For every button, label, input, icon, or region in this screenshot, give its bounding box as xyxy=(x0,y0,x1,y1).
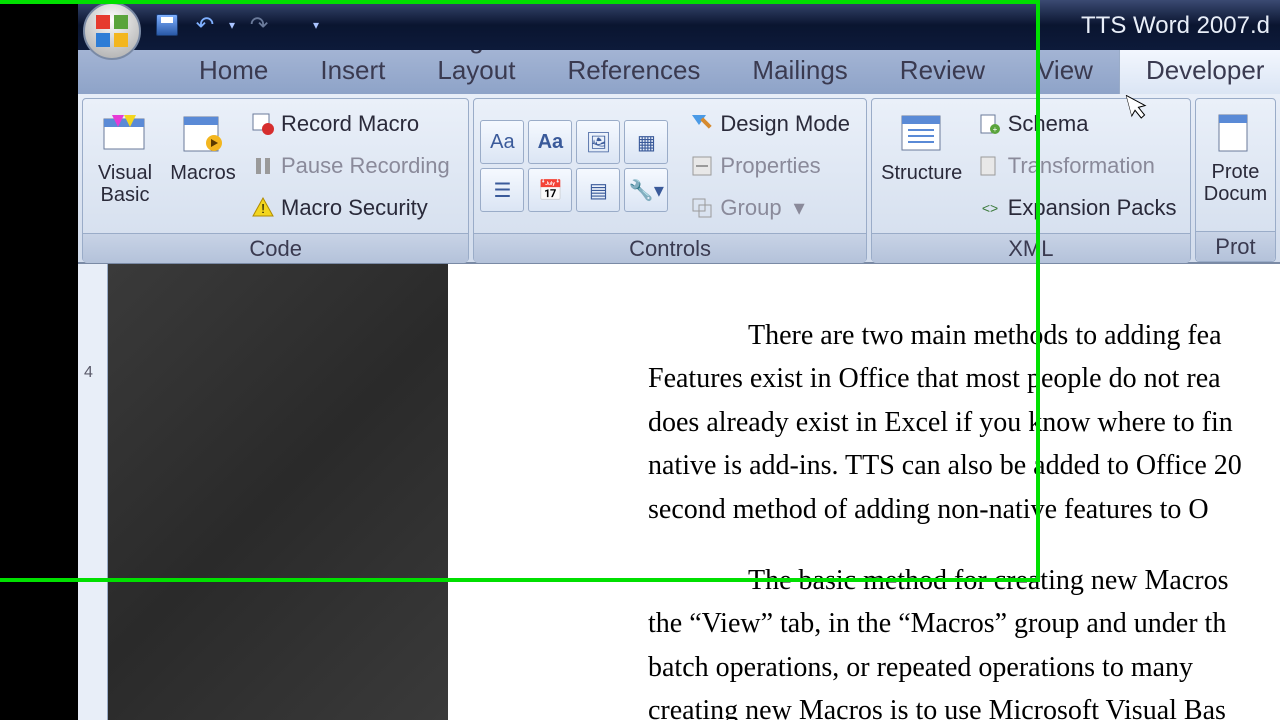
expansion-packs-icon: <> xyxy=(978,196,1002,220)
schema-label: Schema xyxy=(1008,111,1089,137)
visual-basic-button[interactable]: Visual Basic xyxy=(89,106,161,226)
body-text: Features exist in Office that most peopl… xyxy=(648,357,1280,400)
pause-icon xyxy=(251,154,275,178)
macros-button[interactable]: Macros xyxy=(167,106,239,226)
vertical-ruler[interactable]: 4 xyxy=(78,264,108,720)
body-text: batch operations, or repeated operations… xyxy=(648,646,1280,689)
combo-box-control-icon[interactable]: ▦ xyxy=(624,120,668,164)
office-logo-icon xyxy=(96,15,128,47)
group-code: Visual Basic Macros Record Macro xyxy=(82,98,469,262)
ruler-mark: 4 xyxy=(84,364,93,382)
document-page[interactable]: There are two main methods to adding fea… xyxy=(448,264,1280,720)
svg-text:<>: <> xyxy=(982,200,998,216)
transformation-button: Transformation xyxy=(972,147,1183,185)
quick-access-toolbar: ↶ ▾ ↷ ▾ xyxy=(153,0,319,50)
body-text: creating new Macros is to use Microsoft … xyxy=(648,689,1280,720)
plain-text-control-icon[interactable]: Aa xyxy=(528,120,572,164)
properties-button: Properties xyxy=(684,147,856,185)
properties-icon xyxy=(690,154,714,178)
tab-home[interactable]: Home xyxy=(173,47,294,94)
body-text: The basic method for creating new Macros xyxy=(648,559,1280,602)
svg-text:+: + xyxy=(992,125,997,134)
structure-icon xyxy=(898,110,946,158)
document-area: 4 There are two main methods to adding f… xyxy=(78,264,1280,720)
group-label: Group xyxy=(720,195,781,221)
group-code-label: Code xyxy=(83,233,468,263)
date-picker-control-icon[interactable]: 📅 xyxy=(528,168,572,212)
undo-dropdown-icon[interactable]: ▾ xyxy=(229,18,235,32)
title-bar: ↶ ▾ ↷ ▾ TTS Word 2007.d xyxy=(78,0,1280,50)
save-button[interactable] xyxy=(153,11,181,39)
design-mode-label: Design Mode xyxy=(720,111,850,137)
building-block-control-icon[interactable]: ▤ xyxy=(576,168,620,212)
properties-label: Properties xyxy=(720,153,820,179)
macro-security-label: Macro Security xyxy=(281,195,428,221)
group-protect: Prote Docum Prot xyxy=(1195,98,1276,262)
undo-button[interactable]: ↶ xyxy=(191,11,219,39)
redo-icon: ↷ xyxy=(250,12,268,38)
protect-document-button[interactable]: Prote Docum xyxy=(1202,105,1269,225)
body-text: does already exist in Excel if you know … xyxy=(648,401,1280,444)
pause-recording-button: Pause Recording xyxy=(245,147,456,185)
tab-insert[interactable]: Insert xyxy=(294,47,411,94)
body-text: native is add-ins. TTS can also be added… xyxy=(648,444,1280,487)
tab-references[interactable]: References xyxy=(541,47,726,94)
expansion-packs-label: Expansion Packs xyxy=(1008,195,1177,221)
tab-developer[interactable]: Developer xyxy=(1119,46,1280,94)
save-icon xyxy=(156,14,178,36)
transformation-icon xyxy=(978,154,1002,178)
macro-security-icon: ! xyxy=(251,196,275,220)
qat-customize-icon[interactable]: ▾ xyxy=(313,18,319,32)
transformation-label: Transformation xyxy=(1008,153,1155,179)
group-xml-label: XML xyxy=(872,233,1190,263)
structure-button[interactable]: Structure xyxy=(878,106,966,226)
rich-text-control-icon[interactable]: Aa xyxy=(480,120,524,164)
expansion-packs-button[interactable]: <> Expansion Packs xyxy=(972,189,1183,227)
picture-control-icon[interactable]: 🖼 xyxy=(576,120,620,164)
undo-icon: ↶ xyxy=(196,12,214,38)
record-macro-icon xyxy=(251,112,275,136)
body-text: second method of adding non-native featu… xyxy=(648,488,1280,531)
svg-text:!: ! xyxy=(261,201,265,216)
design-mode-button[interactable]: Design Mode xyxy=(684,105,856,143)
dropdown-control-icon[interactable]: ☰ xyxy=(480,168,524,212)
macros-label: Macros xyxy=(170,162,236,184)
tab-mailings[interactable]: Mailings xyxy=(726,47,873,94)
group-button: Group ▾ xyxy=(684,189,856,227)
group-dropdown-icon: ▾ xyxy=(794,195,805,221)
macros-icon xyxy=(179,110,227,158)
ribbon: Visual Basic Macros Record Macro xyxy=(78,94,1280,264)
group-controls: Aa Aa 🖼 ▦ ☰ 📅 ▤ 🔧▾ Design Mode xyxy=(473,98,866,262)
record-macro-label: Record Macro xyxy=(281,111,419,137)
visual-basic-icon xyxy=(101,110,149,158)
body-text: the “View” tab, in the “Macros” group an… xyxy=(648,602,1280,645)
schema-icon: + xyxy=(978,112,1002,136)
protect-document-label: Prote Docum xyxy=(1204,161,1267,205)
record-macro-button[interactable]: Record Macro xyxy=(245,105,456,143)
group-icon xyxy=(690,196,714,220)
ribbon-tabs: Home Insert Page Layout References Maili… xyxy=(78,50,1280,94)
tab-review[interactable]: Review xyxy=(874,47,1011,94)
macro-security-button[interactable]: ! Macro Security xyxy=(245,189,456,227)
legacy-tools-icon[interactable]: 🔧▾ xyxy=(624,168,668,212)
document-title: TTS Word 2007.d xyxy=(1081,12,1270,40)
group-protect-label: Prot xyxy=(1196,231,1275,261)
office-button[interactable] xyxy=(83,2,141,60)
body-text: There are two main methods to adding fea xyxy=(648,314,1280,357)
visual-basic-label: Visual Basic xyxy=(98,162,152,206)
tab-view[interactable]: View xyxy=(1011,47,1119,94)
structure-label: Structure xyxy=(881,162,962,184)
pause-recording-label: Pause Recording xyxy=(281,153,450,179)
page-margin-area xyxy=(108,264,448,720)
controls-gallery: Aa Aa 🖼 ▦ ☰ 📅 ▤ 🔧▾ xyxy=(480,120,668,212)
redo-button[interactable]: ↷ xyxy=(245,11,273,39)
group-controls-label: Controls xyxy=(474,233,865,263)
design-mode-icon xyxy=(690,112,714,136)
protect-document-icon xyxy=(1211,109,1259,157)
